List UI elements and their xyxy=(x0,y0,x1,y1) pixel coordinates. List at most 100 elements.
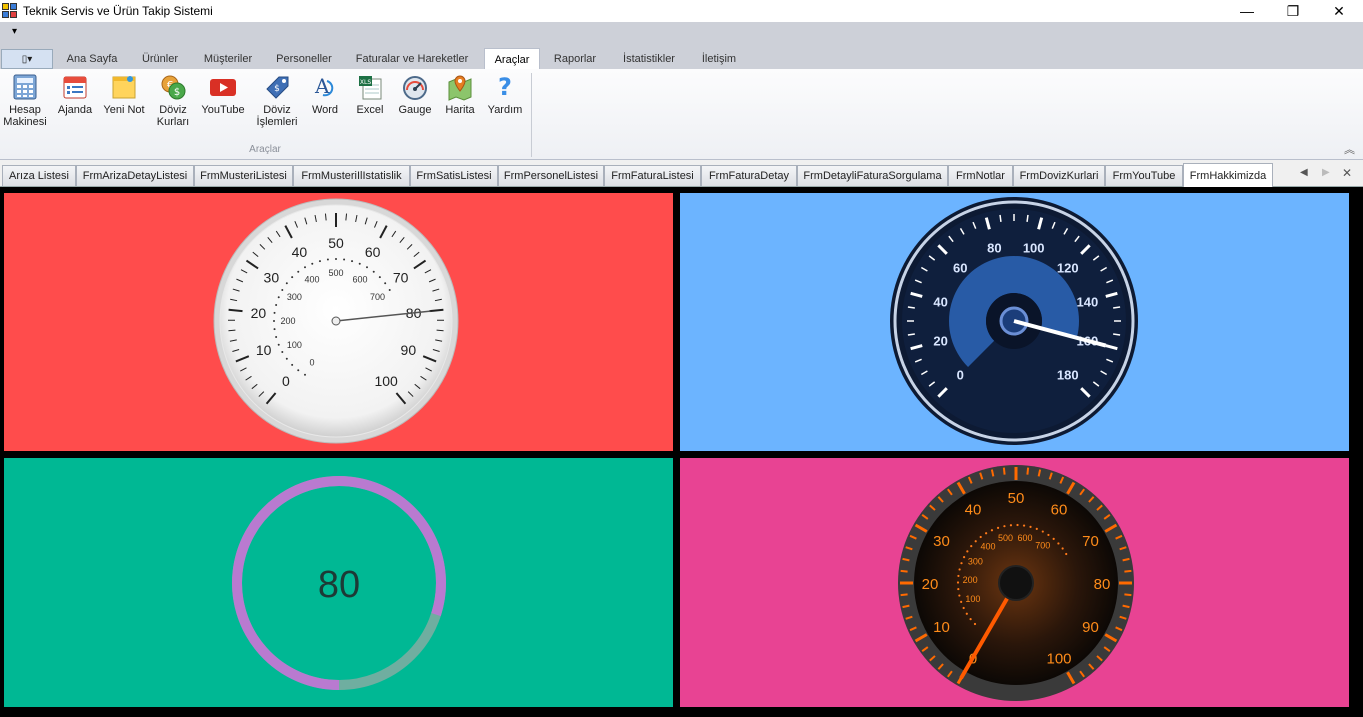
map-button[interactable]: Harita xyxy=(437,72,483,136)
inner-scale-label: 100 xyxy=(287,340,302,350)
outer-scale-label: 50 xyxy=(328,235,344,251)
inner-tick xyxy=(962,556,966,559)
scale-label: 180 xyxy=(1057,368,1079,383)
outer-scale-label: 60 xyxy=(365,244,381,260)
inner-tick xyxy=(351,260,354,263)
doc-tab-musteri-listesi[interactable]: FrmMusteriListesi xyxy=(194,165,293,186)
inner-tick xyxy=(343,258,346,261)
inner-tick xyxy=(1016,523,1019,527)
application-menu-button[interactable]: ▯▾ xyxy=(1,49,53,69)
word-label: Word xyxy=(311,104,339,116)
inner-tick xyxy=(985,532,988,535)
inner-tick xyxy=(969,618,972,621)
quick-access-dropdown[interactable]: ▾ xyxy=(12,26,17,37)
currency-operations-label: Döviz İşlemleri xyxy=(256,104,298,128)
inner-scale-label: 200 xyxy=(280,316,295,326)
inner-tick xyxy=(1061,547,1064,550)
ribbon-tab-araclar[interactable]: Araçlar xyxy=(484,48,540,70)
ribbon-tab-musteriler[interactable]: Müşteriler xyxy=(194,48,262,69)
ribbon-tab-iletisim[interactable]: İletişim xyxy=(692,48,746,69)
inner-tick xyxy=(372,270,375,273)
gauge-button[interactable]: Gauge xyxy=(392,72,438,136)
inner-tick xyxy=(273,311,276,314)
calculator-button[interactable]: Hesap Makinesi xyxy=(2,72,48,136)
agenda-button[interactable]: Ajanda xyxy=(52,72,98,136)
inner-tick xyxy=(973,622,977,626)
doc-tab-youtube[interactable]: FrmYouTube xyxy=(1105,165,1183,186)
close-button[interactable]: ✕ xyxy=(1316,0,1362,22)
ribbon-tab-ana-sayfa[interactable]: Ana Sayfa xyxy=(58,48,126,69)
inner-tick xyxy=(1057,542,1060,545)
inner-tick xyxy=(965,612,968,615)
ring-gauge-panel: 80 xyxy=(4,458,673,707)
doc-tab-fatura-detay[interactable]: FrmFaturaDetay xyxy=(701,165,797,186)
outer-tick xyxy=(990,469,995,477)
new-note-button[interactable]: Yeni Not xyxy=(101,72,147,136)
doc-tab-doviz-kurlari[interactable]: FrmDovizKurlari xyxy=(1013,165,1105,186)
ribbon-tab-faturalar[interactable]: Faturalar ve Hareketler xyxy=(346,48,478,69)
ribbon-tab-urunler[interactable]: Ürünler xyxy=(130,48,190,69)
inner-tick xyxy=(1052,537,1055,540)
inner-tick xyxy=(1009,524,1013,527)
doc-tab-ariza-detay-listesi[interactable]: FrmArizaDetayListesi xyxy=(76,165,194,186)
minimize-button[interactable]: — xyxy=(1224,0,1270,22)
inner-tick xyxy=(1035,527,1038,530)
inner-scale-label: 400 xyxy=(304,274,319,284)
doc-tab-ariza-listesi[interactable]: Arıza Listesi xyxy=(2,165,76,186)
outer-scale-label: 40 xyxy=(965,502,982,519)
scale-tick xyxy=(1113,306,1121,309)
outer-scale-label: 100 xyxy=(374,373,398,389)
excel-button[interactable]: XLS Excel xyxy=(347,72,393,136)
doc-tab-hakkimizda[interactable]: FrmHakkimizda xyxy=(1183,163,1273,187)
help-icon: ? xyxy=(490,72,520,102)
doc-tab-fatura-listesi[interactable]: FrmFaturaListesi xyxy=(604,165,701,186)
scroll-right-icon[interactable]: ▶ xyxy=(1322,167,1330,178)
inner-scale-label: 500 xyxy=(998,533,1013,543)
svg-text:XLS: XLS xyxy=(360,79,371,86)
inner-tick xyxy=(974,540,977,543)
inner-tick xyxy=(275,303,278,306)
outer-scale-label: 100 xyxy=(1046,650,1071,667)
inner-scale-label: 300 xyxy=(287,292,302,302)
scale-label: 20 xyxy=(933,334,947,349)
inner-tick xyxy=(285,357,288,360)
scale-label: 60 xyxy=(953,260,967,275)
ribbon-tab-personeller[interactable]: Personeller xyxy=(266,48,342,69)
excel-label: Excel xyxy=(356,104,384,116)
close-tab-icon[interactable]: ✕ xyxy=(1342,166,1352,180)
doc-tab-musteri-il-istatistik[interactable]: FrmMusteriIlIstatislik xyxy=(293,165,410,186)
doc-tab-detayli-fatura-sorgulama[interactable]: FrmDetayliFaturaSorgulama xyxy=(797,165,948,186)
inner-tick xyxy=(958,594,961,597)
exchange-rates-button[interactable]: € $ Döviz Kurları xyxy=(150,72,196,136)
currency-operations-button[interactable]: $ Döviz İşlemleri xyxy=(254,72,300,136)
inner-tick xyxy=(273,328,276,331)
word-button[interactable]: A Word xyxy=(302,72,348,136)
youtube-button[interactable]: YouTube xyxy=(200,72,246,136)
scale-tick xyxy=(1026,214,1029,222)
title-bar: Teknik Servis ve Ürün Takip Sistemi — ❐ … xyxy=(0,0,1363,22)
inner-scale-label: 600 xyxy=(1017,533,1032,543)
ribbon-tab-istatistikler[interactable]: İstatistikler xyxy=(611,48,687,69)
outer-scale-label: 50 xyxy=(1008,490,1025,507)
inner-tick xyxy=(388,289,391,291)
outer-scale-label: 70 xyxy=(1082,533,1099,550)
inner-scale-label: 0 xyxy=(309,358,314,368)
inner-scale-label: 500 xyxy=(328,268,343,278)
blue-speedometer-panel: 020406080100120140160180 xyxy=(680,193,1349,451)
doc-tab-notlar[interactable]: FrmNotlar xyxy=(948,165,1013,186)
outer-scale-label: 60 xyxy=(1051,502,1068,519)
scroll-left-icon[interactable]: ◀ xyxy=(1300,167,1308,178)
doc-tab-personel-listesi[interactable]: FrmPersonelListesi xyxy=(498,165,604,186)
collapse-ribbon-icon[interactable]: ︽ xyxy=(1344,141,1355,157)
inner-tick xyxy=(1003,525,1006,528)
doc-tab-satis-listesi[interactable]: FrmSatisListesi xyxy=(410,165,498,186)
outer-tick xyxy=(1037,469,1042,477)
outer-scale-label: 20 xyxy=(922,576,939,593)
help-button[interactable]: ? Yardım xyxy=(482,72,528,136)
outer-tick xyxy=(345,213,348,221)
maximize-button[interactable]: ❐ xyxy=(1270,0,1316,22)
currency-icon: € $ xyxy=(158,72,188,102)
outer-tick xyxy=(1124,569,1132,573)
app-icon xyxy=(2,3,18,19)
ribbon-tab-raporlar[interactable]: Raporlar xyxy=(545,48,605,69)
